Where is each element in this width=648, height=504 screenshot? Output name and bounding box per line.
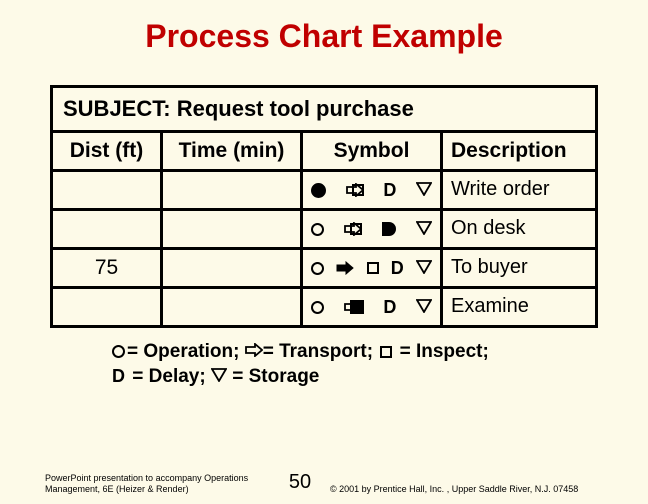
footer-copyright: © 2001 by Prentice Hall, Inc. , Upper Sa… bbox=[330, 484, 603, 494]
inspect-icon bbox=[367, 262, 379, 274]
cell-time bbox=[163, 250, 303, 286]
transport-icon bbox=[245, 343, 263, 357]
legend-operation: = Operation; bbox=[127, 341, 239, 362]
table-row: D Write order bbox=[53, 172, 595, 211]
table-row: 75 D To buyer bbox=[53, 250, 595, 289]
operation-icon bbox=[311, 183, 326, 198]
cell-desc: On desk bbox=[443, 211, 595, 247]
cell-dist: 75 bbox=[53, 250, 163, 286]
storage-icon bbox=[211, 366, 227, 387]
operation-icon bbox=[112, 345, 125, 358]
header-desc: Description bbox=[443, 133, 595, 169]
delay-icon: D bbox=[391, 258, 404, 279]
subject-row: SUBJECT: Request tool purchase bbox=[53, 88, 595, 133]
footer-credit: PowerPoint presentation to accompany Ope… bbox=[45, 473, 270, 494]
legend: = Operation; = Transport; = Inspect; D =… bbox=[110, 340, 588, 389]
cell-dist bbox=[53, 172, 163, 208]
operation-icon bbox=[311, 262, 324, 275]
header-symbol: Symbol bbox=[303, 133, 443, 169]
delay-icon: D bbox=[112, 366, 125, 386]
cell-time bbox=[163, 211, 303, 247]
storage-icon bbox=[416, 256, 432, 280]
subject-text: Request tool purchase bbox=[177, 96, 414, 121]
table-header: Dist (ft) Time (min) Symbol Description bbox=[53, 133, 595, 172]
operation-icon bbox=[311, 223, 324, 236]
cell-desc: To buyer bbox=[443, 250, 595, 286]
storage-icon bbox=[416, 178, 432, 202]
legend-transport: = Transport; bbox=[263, 341, 373, 362]
process-chart-table: SUBJECT: Request tool purchase Dist (ft)… bbox=[50, 85, 598, 328]
transport-inspect-icon bbox=[344, 222, 362, 236]
cell-dist bbox=[53, 289, 163, 325]
delay-icon bbox=[382, 222, 396, 236]
delay-icon: D bbox=[383, 297, 396, 318]
cell-time bbox=[163, 172, 303, 208]
storage-icon bbox=[416, 295, 432, 319]
footer: PowerPoint presentation to accompany Ope… bbox=[0, 471, 648, 494]
transport-inspect-icon bbox=[344, 300, 364, 314]
delay-icon: D bbox=[383, 180, 396, 201]
cell-time bbox=[163, 289, 303, 325]
operation-icon bbox=[311, 301, 324, 314]
legend-storage: = Storage bbox=[227, 366, 319, 387]
transport-icon bbox=[336, 261, 354, 275]
page-title: Process Chart Example bbox=[0, 0, 648, 85]
transport-inspect-icon bbox=[346, 183, 364, 197]
cell-symbol: D bbox=[303, 172, 443, 208]
inspect-icon bbox=[380, 346, 392, 358]
header-dist: Dist (ft) bbox=[53, 133, 163, 169]
cell-dist bbox=[53, 211, 163, 247]
subject-label: SUBJECT: bbox=[63, 96, 171, 121]
table-row: D Examine bbox=[53, 289, 595, 325]
cell-desc: Write order bbox=[443, 172, 595, 208]
cell-desc: Examine bbox=[443, 289, 595, 325]
cell-symbol: D bbox=[303, 289, 443, 325]
legend-delay: = Delay; bbox=[127, 366, 206, 387]
cell-symbol: D bbox=[303, 250, 443, 286]
header-time: Time (min) bbox=[163, 133, 303, 169]
storage-icon bbox=[416, 217, 432, 241]
legend-inspect: = Inspect; bbox=[394, 341, 489, 362]
footer-page: 50 bbox=[270, 471, 330, 494]
cell-symbol bbox=[303, 211, 443, 247]
table-row: On desk bbox=[53, 211, 595, 250]
